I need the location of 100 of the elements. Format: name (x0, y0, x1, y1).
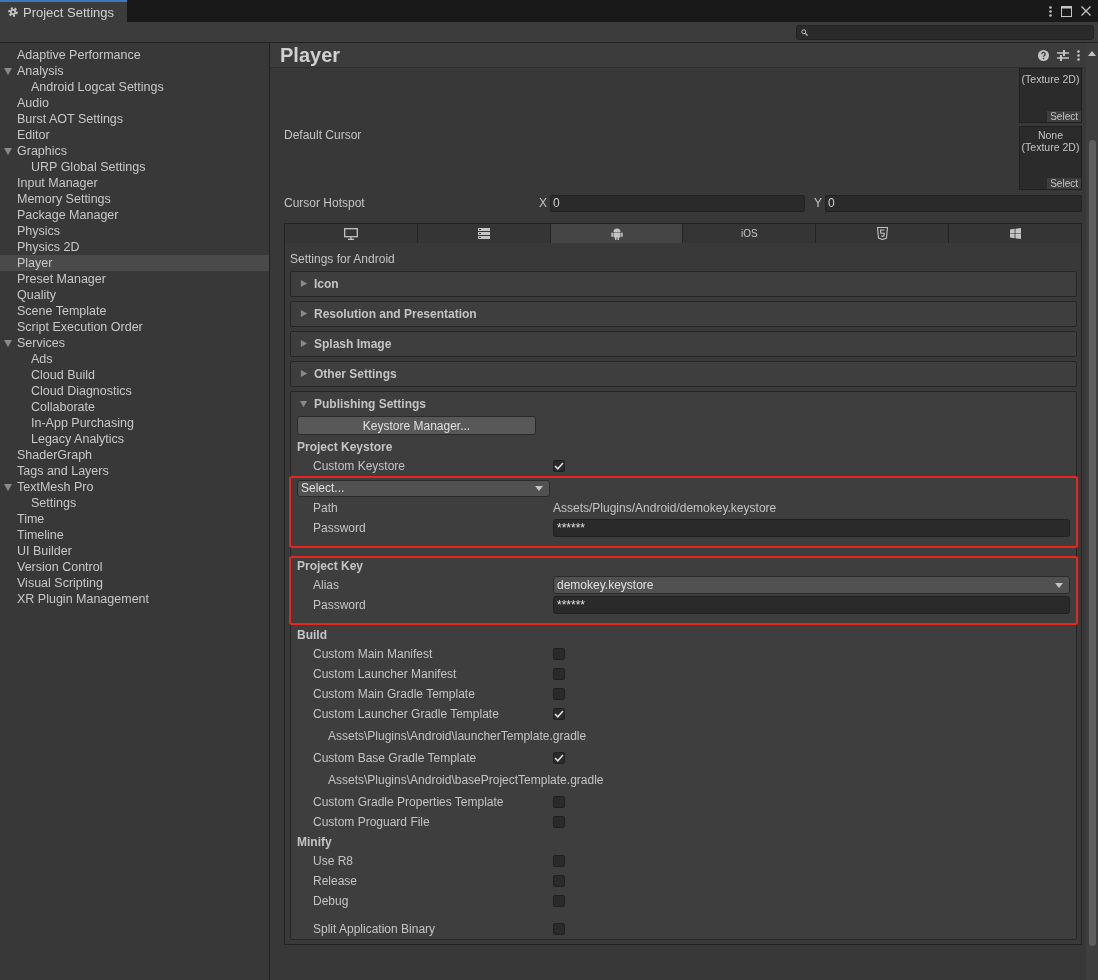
sidebar-item[interactable]: Physics 2D (0, 239, 269, 255)
sidebar-item[interactable]: Cloud Build (0, 367, 269, 383)
select-button[interactable]: Select (1047, 111, 1081, 122)
sidebar-item[interactable]: Memory Settings (0, 191, 269, 207)
more-icon[interactable] (1077, 49, 1080, 61)
expanded-triangle-icon[interactable] (4, 147, 13, 156)
expanded-triangle-icon (300, 400, 308, 408)
checkbox[interactable] (553, 875, 565, 887)
search-field[interactable] (796, 24, 1094, 40)
texture-slot[interactable]: (Texture 2D) Select (1019, 68, 1082, 123)
number-field[interactable]: 0 (550, 194, 805, 212)
sidebar-item[interactable]: Graphics (0, 143, 269, 159)
sidebar-item[interactable]: Ads (0, 351, 269, 367)
sidebar-item[interactable]: Adaptive Performance (0, 47, 269, 63)
checkbox[interactable] (553, 855, 565, 867)
checkbox[interactable] (553, 648, 565, 660)
sidebar-item[interactable]: Settings (0, 495, 269, 511)
number-field[interactable]: 0 (825, 194, 1082, 212)
sidebar-item[interactable]: Input Manager (0, 175, 269, 191)
sidebar-item[interactable]: ShaderGraph (0, 447, 269, 463)
field-label: Custom Keystore (312, 459, 407, 473)
keystore-manager-button[interactable]: Keystore Manager... (297, 416, 536, 435)
sidebar-item[interactable]: Services (0, 335, 269, 351)
foldout-header[interactable]: Splash Image (291, 332, 1076, 356)
collapsed-triangle-icon (300, 280, 308, 288)
sidebar-item[interactable]: UI Builder (0, 543, 269, 559)
caret-icon (535, 485, 543, 491)
password-field[interactable]: ****** (553, 596, 1070, 614)
field-label: Path (312, 501, 339, 515)
checkbox[interactable] (553, 796, 565, 808)
foldout-header[interactable]: Icon (291, 272, 1076, 296)
sidebar-item[interactable]: Analysis (0, 63, 269, 79)
maximize-icon[interactable] (1061, 5, 1072, 17)
field-label: Custom Main Manifest (312, 647, 434, 661)
sidebar-item[interactable]: Quality (0, 287, 269, 303)
sidebar-item[interactable]: Physics (0, 223, 269, 239)
password-field[interactable]: ****** (553, 519, 1070, 537)
window-tab[interactable]: Project Settings (0, 0, 127, 22)
foldout-header[interactable]: Other Settings (291, 362, 1076, 386)
sidebar-item[interactable]: Script Execution Order (0, 319, 269, 335)
sidebar-item[interactable]: Version Control (0, 559, 269, 575)
scroll-up-icon[interactable] (1088, 51, 1096, 56)
sidebar-item[interactable]: Player (0, 255, 269, 271)
android-robot-icon (610, 227, 623, 240)
more-icon[interactable] (1049, 5, 1052, 17)
checkbox[interactable] (553, 752, 565, 764)
expanded-triangle-icon[interactable] (4, 483, 13, 492)
field-label: Custom Base Gradle Template (312, 751, 478, 765)
dropdown[interactable]: Select... (297, 479, 550, 497)
axis-label: X (538, 196, 548, 210)
checkbox[interactable] (553, 668, 565, 680)
help-icon[interactable] (1038, 49, 1049, 61)
foldout-header[interactable]: Publishing Settings (291, 392, 1076, 416)
sidebar-item[interactable]: Scene Template (0, 303, 269, 319)
sliders-icon[interactable] (1057, 49, 1069, 61)
platform-tab[interactable] (549, 224, 683, 243)
expanded-triangle-icon[interactable] (4, 67, 13, 76)
sidebar-item[interactable]: Tags and Layers (0, 463, 269, 479)
sidebar-item[interactable]: Editor (0, 127, 269, 143)
sidebar-item[interactable]: Collaborate (0, 399, 269, 415)
sidebar-item[interactable]: Timeline (0, 527, 269, 543)
dropdown[interactable]: demokey.keystore (553, 576, 1070, 594)
select-button[interactable]: Select (1047, 178, 1081, 189)
sidebar-item[interactable]: Burst AOT Settings (0, 111, 269, 127)
sidebar-item[interactable]: Package Manager (0, 207, 269, 223)
sidebar-item[interactable]: Cloud Diagnostics (0, 383, 269, 399)
checkbox[interactable] (553, 460, 565, 472)
checkbox[interactable] (553, 816, 565, 828)
texture-slot[interactable]: None (Texture 2D) Select (1019, 126, 1082, 190)
checkbox[interactable] (553, 708, 565, 720)
checkbox[interactable] (553, 895, 565, 907)
sidebar-item[interactable]: Visual Scripting (0, 575, 269, 591)
sidebar-item[interactable]: TextMesh Pro (0, 479, 269, 495)
field-label: Custom Proguard File (312, 815, 431, 829)
sidebar-item[interactable]: Preset Manager (0, 271, 269, 287)
scrollbar[interactable] (1086, 43, 1098, 980)
expanded-triangle-icon[interactable] (4, 339, 13, 348)
checkbox[interactable] (553, 923, 565, 935)
sidebar-item[interactable]: In-App Purchasing (0, 415, 269, 431)
caret-icon (1055, 582, 1063, 588)
texture-name: None (1037, 129, 1064, 141)
field-label: Use R8 (312, 854, 354, 868)
sidebar-item[interactable]: Audio (0, 95, 269, 111)
group-heading: Minify (297, 834, 332, 849)
checkmark-icon (554, 754, 564, 762)
close-icon[interactable] (1081, 6, 1091, 16)
checkmark-icon (554, 710, 564, 718)
field-label: Cursor Hotspot (284, 196, 366, 210)
sidebar-item[interactable]: Legacy Analytics (0, 431, 269, 447)
window-title: Project Settings (23, 4, 115, 20)
collapsed-triangle-icon (300, 370, 308, 378)
sidebar-item[interactable]: Android Logcat Settings (0, 79, 269, 95)
sidebar-item[interactable]: Time (0, 511, 269, 527)
field-label: Custom Main Gradle Template (312, 687, 476, 701)
sidebar-item[interactable]: URP Global Settings (0, 159, 269, 175)
scrollbar-thumb[interactable] (1088, 140, 1096, 946)
sidebar-item[interactable]: XR Plugin Management (0, 591, 269, 607)
checkbox[interactable] (553, 688, 565, 700)
page-title: Player (280, 43, 341, 67)
foldout-header[interactable]: Resolution and Presentation (291, 302, 1076, 326)
